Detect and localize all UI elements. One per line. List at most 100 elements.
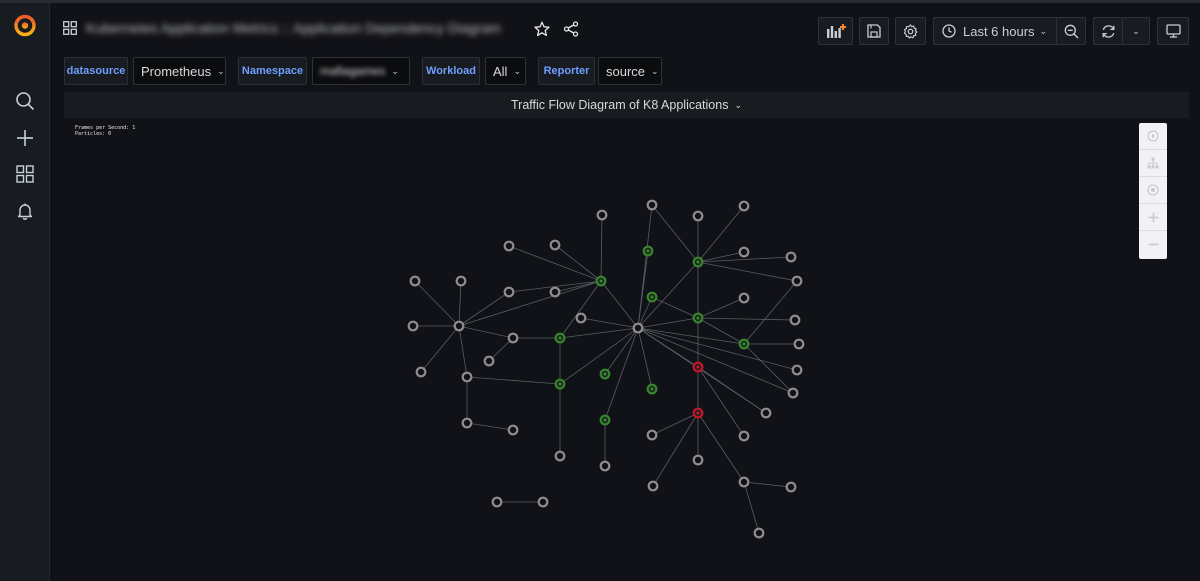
sitemap-icon [1147, 157, 1159, 169]
add-panel-button[interactable] [818, 17, 853, 45]
graph-node-grey[interactable] [409, 275, 421, 287]
graph-node-grey[interactable] [738, 200, 750, 212]
graph-controls [1139, 123, 1167, 259]
refresh-button[interactable] [1093, 17, 1123, 45]
share-icon[interactable] [561, 19, 581, 39]
variable-select-namespace[interactable]: mafiagames ⌄ [312, 57, 410, 85]
graph-node-grey[interactable] [461, 371, 473, 383]
graph-edge [697, 317, 796, 321]
graph-node-grey[interactable] [596, 209, 608, 221]
traffic-flow-panel: Traffic Flow Diagram of K8 Applications … [64, 92, 1189, 581]
variable-select-datasource[interactable]: Prometheus ⌄ [133, 57, 226, 85]
graph-node-grey[interactable] [785, 251, 797, 263]
graph-node-grey[interactable] [537, 496, 549, 508]
dashboards-grid-icon[interactable] [13, 162, 37, 186]
graph-node-grey[interactable] [491, 496, 503, 508]
chevron-down-icon: ⌄ [217, 65, 225, 76]
variable-label-namespace: Namespace [238, 57, 307, 85]
graph-node-core [742, 342, 746, 346]
graph-node-grey[interactable] [738, 292, 750, 304]
graph-node-grey[interactable] [407, 320, 419, 332]
graph-node-grey[interactable] [549, 239, 561, 251]
graph-edge [697, 261, 798, 282]
graph-edge [600, 280, 639, 329]
refresh-interval-dropdown[interactable]: ⌄ [1122, 17, 1150, 45]
graph-edge [743, 481, 792, 488]
center-graph-button[interactable] [1139, 177, 1167, 204]
graph-node-core [599, 279, 603, 283]
dependency-graph[interactable] [64, 92, 1189, 581]
graph-node-grey[interactable] [503, 286, 515, 298]
graph-edge [637, 327, 794, 394]
graph-node-grey[interactable] [692, 210, 704, 222]
zoom-out-button[interactable] [1056, 17, 1086, 45]
variable-label-workload: Workload [422, 57, 480, 85]
zoom-out-graph-button[interactable] [1139, 231, 1167, 258]
graph-node-grey[interactable] [415, 366, 427, 378]
graph-node-grey[interactable] [646, 429, 658, 441]
zoom-in-button[interactable] [1139, 204, 1167, 231]
cycle-view-mode-button[interactable] [1157, 17, 1189, 45]
time-range-picker[interactable]: Last 6 hours ⌄ [933, 17, 1058, 45]
graph-node-grey[interactable] [507, 424, 519, 436]
graph-node-grey[interactable] [646, 199, 658, 211]
dashboard-title[interactable]: Kubernetes Application Metrics :: Applic… [86, 20, 501, 36]
chevron-down-icon: ⌄ [651, 65, 659, 76]
graph-node-grey[interactable] [461, 417, 473, 429]
graph-node-grey[interactable] [549, 286, 561, 298]
clock-icon [942, 24, 956, 38]
graph-node-grey[interactable] [575, 312, 587, 324]
graph-node-grey[interactable] [503, 240, 515, 252]
graph-edge [637, 204, 653, 329]
graph-node-grey[interactable] [789, 314, 801, 326]
graph-node-grey[interactable] [483, 355, 495, 367]
play-icon [1147, 130, 1159, 142]
grafana-logo-icon[interactable] [13, 13, 37, 37]
star-icon[interactable] [532, 19, 552, 39]
graph-node-grey[interactable] [793, 338, 805, 350]
graph-edge [697, 412, 745, 483]
alerting-bell-icon[interactable] [13, 199, 37, 223]
graph-node-grey[interactable] [632, 322, 644, 334]
graph-edge [458, 325, 468, 378]
graph-edge [458, 291, 510, 327]
variable-select-workload[interactable]: All ⌄ [485, 57, 526, 85]
graph-edge [604, 327, 639, 375]
graph-node-grey[interactable] [738, 430, 750, 442]
graph-node-grey[interactable] [453, 320, 465, 332]
search-icon[interactable] [13, 89, 37, 113]
graph-node-grey[interactable] [791, 275, 803, 287]
graph-node-core [646, 249, 650, 253]
dashboard-settings-button[interactable] [895, 17, 926, 45]
save-dashboard-button[interactable] [859, 17, 889, 45]
graph-node-grey[interactable] [753, 527, 765, 539]
graph-edge [458, 280, 462, 327]
graph-node-grey[interactable] [507, 332, 519, 344]
graph-edge [580, 317, 639, 329]
graph-node-grey[interactable] [455, 275, 467, 287]
sidebar [0, 3, 50, 581]
graph-node-grey[interactable] [738, 476, 750, 488]
graph-node-grey[interactable] [785, 481, 797, 493]
graph-node-grey[interactable] [738, 246, 750, 258]
minus-icon [1148, 243, 1158, 246]
chevron-down-icon: ⌄ [513, 65, 521, 76]
graph-node-grey[interactable] [599, 460, 611, 472]
graph-node-grey[interactable] [760, 407, 772, 419]
graph-node-grey[interactable] [647, 480, 659, 492]
variable-select-reporter[interactable]: source ⌄ [598, 57, 662, 85]
graph-edge [466, 376, 561, 385]
create-plus-icon[interactable] [13, 126, 37, 150]
graph-edge [554, 244, 602, 282]
graph-node-grey[interactable] [554, 450, 566, 462]
graph-edge [420, 325, 460, 373]
layout-hierarchy-button[interactable] [1139, 150, 1167, 177]
graph-node-grey[interactable] [787, 387, 799, 399]
layout-play-button[interactable] [1139, 123, 1167, 150]
add-panel-icon [826, 24, 846, 38]
save-icon [867, 24, 881, 38]
graph-node-grey[interactable] [692, 454, 704, 466]
chevron-down-icon: ⌄ [1132, 25, 1140, 36]
graph-edge [743, 343, 794, 394]
graph-node-grey[interactable] [791, 364, 803, 376]
